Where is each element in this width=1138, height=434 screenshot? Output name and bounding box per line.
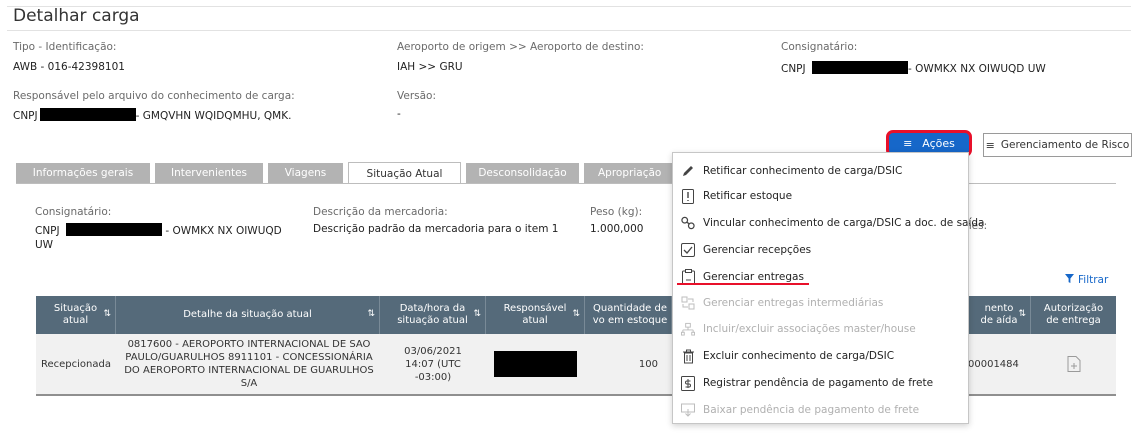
tab-desconsolidacao[interactable]: Desconsolidação bbox=[466, 163, 579, 183]
th-autorizacao[interactable]: Autorização de entrega bbox=[1031, 296, 1116, 334]
th-label: Responsável atual bbox=[503, 302, 567, 327]
menu-item-label: Retificar estoque bbox=[703, 190, 793, 202]
page-title: Detalhar carga bbox=[13, 6, 140, 26]
risco-label: Gerenciamento de Risco bbox=[1000, 139, 1130, 151]
redacted-block bbox=[811, 61, 908, 74]
menu-icon: ≡ bbox=[903, 137, 913, 150]
transfer-icon bbox=[681, 295, 695, 311]
cell-quantidade: 100 bbox=[638, 358, 658, 370]
consignatario-name: - OWMKX NX OIWUQD UW bbox=[907, 63, 1046, 75]
menu-item-label: Gerenciar recepções bbox=[703, 244, 812, 256]
responsavel-value: CNPJ - GMQVHN WQIDQMHU, QMK. bbox=[13, 108, 291, 122]
menu-item-excluir[interactable]: Excluir conhecimento de carga/DSIC bbox=[681, 345, 894, 367]
checkbox-icon bbox=[681, 242, 695, 258]
descricao-label: Descrição da mercadoria: bbox=[313, 206, 448, 218]
tab-informacoes-gerais[interactable]: Informações gerais bbox=[16, 163, 150, 183]
link-icon bbox=[681, 215, 695, 231]
tipo-label: Tipo - Identificação: bbox=[13, 41, 117, 53]
th-data[interactable]: Data/hora da situação atual ⇅ bbox=[380, 296, 486, 334]
th-label: nento de aída bbox=[980, 302, 1018, 327]
consignatario-value: CNPJ - OWMKX NX OIWUQD UW bbox=[781, 61, 1046, 75]
menu-item-retificar-estoque[interactable]: Retificar estoque bbox=[681, 185, 792, 207]
cell-responsavel bbox=[492, 334, 578, 394]
menu-item-label: Retificar conhecimento de carga/DSIC bbox=[703, 165, 903, 177]
cnpj-prefix: CNPJ bbox=[35, 225, 60, 237]
menu-item-retificar-conhecimento[interactable]: Retificar conhecimento de carga/DSIC bbox=[681, 160, 902, 182]
th-label: Detalhe da situação atual bbox=[183, 308, 312, 320]
th-label: Autorização de entrega bbox=[1043, 302, 1104, 327]
gerenciamento-risco-button[interactable]: ≡ Gerenciamento de Risco bbox=[983, 133, 1132, 157]
descricao-value: Descrição padrão da mercadoria para o it… bbox=[313, 223, 559, 235]
redacted-block bbox=[493, 351, 577, 377]
menu-item-vincular[interactable]: Vincular conhecimento de carga/DSIC a do… bbox=[681, 212, 985, 234]
th-label: Data/hora da situação atual bbox=[397, 302, 468, 327]
aeroporto-value: IAH >> GRU bbox=[397, 61, 463, 73]
versao-label: Versão: bbox=[397, 90, 437, 102]
cell-data: 03/06/2021 14:07 (UTC -03:00) bbox=[404, 345, 462, 383]
filtrar-link[interactable]: Filtrar bbox=[1065, 274, 1108, 286]
sort-icon[interactable]: ⇅ bbox=[103, 309, 111, 320]
menu-item-label: Excluir conhecimento de carga/DSIC bbox=[703, 350, 895, 362]
responsavel-name: - GMQVHN WQIDQMHU, QMK. bbox=[135, 110, 292, 122]
redacted-block bbox=[39, 108, 136, 121]
autorizacao-entrega-icon[interactable] bbox=[1031, 334, 1116, 394]
filter-icon bbox=[1065, 274, 1074, 286]
tab-situacao-atual[interactable]: Situação Atual bbox=[348, 162, 461, 184]
menu-item-label: Gerenciar entregas intermediárias bbox=[703, 297, 884, 309]
menu-item-registrar-pendencia[interactable]: Registrar pendência de pagamento de fret… bbox=[681, 372, 933, 394]
th-quantidade[interactable]: Quantidade de vo em estoque bbox=[585, 296, 672, 334]
payment-icon bbox=[681, 375, 695, 391]
hierarchy-icon bbox=[681, 321, 695, 337]
menu-item-baixar-pendencia[interactable]: Baixar pendência de pagamento de frete bbox=[681, 399, 919, 421]
sit-consignatario-label: Consignatário: bbox=[35, 206, 112, 218]
acoes-dropdown-menu: Retificar conhecimento de carga/DSIC Ret… bbox=[672, 152, 985, 424]
th-documento[interactable]: nento de aída ⇅ bbox=[968, 296, 1031, 334]
cell-situacao: Recepcionada bbox=[41, 358, 111, 370]
consignatario-name: - OWMKX NX OIWUQD bbox=[165, 225, 282, 237]
tab-intervenientes[interactable]: Intervenientes bbox=[155, 163, 263, 183]
menu-item-label: Gerenciar entregas bbox=[703, 271, 804, 283]
trash-icon bbox=[681, 348, 695, 364]
tab-apropriacao[interactable]: Apropriação bbox=[584, 163, 674, 183]
filtrar-label: Filtrar bbox=[1078, 274, 1109, 286]
cell-documento: 00001484 bbox=[968, 358, 1019, 370]
sort-icon[interactable]: ⇅ bbox=[572, 309, 580, 320]
th-label: Quantidade de vo em estoque bbox=[592, 302, 668, 327]
sit-consignatario-value: CNPJ - OWMKX NX OIWUQD bbox=[35, 223, 282, 237]
tipo-value: AWB - 016-42398101 bbox=[13, 61, 125, 73]
menu-icon: ≡ bbox=[985, 138, 995, 152]
cnpj-prefix: CNPJ bbox=[13, 110, 38, 122]
menu-item-gerenciar-recepcoes[interactable]: Gerenciar recepções bbox=[681, 239, 811, 261]
highlight-underline bbox=[677, 283, 809, 285]
sit-consignatario-line2: UW bbox=[35, 239, 54, 251]
th-label: Situação atual bbox=[53, 302, 98, 327]
menu-item-associacoes[interactable]: Incluir/excluir associações master/house bbox=[681, 318, 916, 340]
file-alert-icon bbox=[681, 188, 695, 204]
acoes-label: Ações bbox=[922, 137, 955, 150]
menu-item-label: Incluir/excluir associações master/house bbox=[703, 323, 916, 335]
peso-label: Peso (kg): bbox=[590, 206, 643, 218]
peso-value: 1.000,000 bbox=[590, 223, 644, 235]
menu-item-label: Vincular conhecimento de carga/DSIC a do… bbox=[703, 217, 985, 229]
consignatario-label: Consignatário: bbox=[781, 41, 858, 53]
responsavel-label: Responsável pelo arquivo do conhecimento… bbox=[13, 90, 295, 102]
tab-viagens[interactable]: Viagens bbox=[268, 163, 343, 183]
cell-detalhe: 0817600 - AEROPORTO INTERNACIONAL DE SAO… bbox=[124, 339, 374, 389]
aeroporto-label: Aeroporto de origem >> Aeroporto de dest… bbox=[397, 41, 644, 53]
versao-value: - bbox=[397, 108, 401, 120]
sort-icon[interactable]: ⇅ bbox=[1018, 309, 1026, 320]
th-situacao[interactable]: Situação atual ⇅ bbox=[36, 296, 116, 334]
cnpj-prefix: CNPJ bbox=[781, 63, 806, 75]
sort-icon[interactable]: ⇅ bbox=[367, 309, 375, 320]
menu-item-label: Registrar pendência de pagamento de fret… bbox=[703, 377, 934, 389]
menu-item-label: Baixar pendência de pagamento de frete bbox=[703, 404, 920, 416]
sort-icon[interactable]: ⇅ bbox=[473, 309, 481, 320]
th-detalhe[interactable]: Detalhe da situação atual ⇅ bbox=[116, 296, 380, 334]
redacted-block bbox=[65, 223, 162, 236]
title-divider bbox=[7, 30, 1131, 31]
th-responsavel[interactable]: Responsável atual ⇅ bbox=[486, 296, 585, 334]
download-payment-icon bbox=[681, 402, 695, 418]
pencil-icon bbox=[681, 163, 695, 179]
menu-item-entregas-intermediarias[interactable]: Gerenciar entregas intermediárias bbox=[681, 292, 883, 314]
